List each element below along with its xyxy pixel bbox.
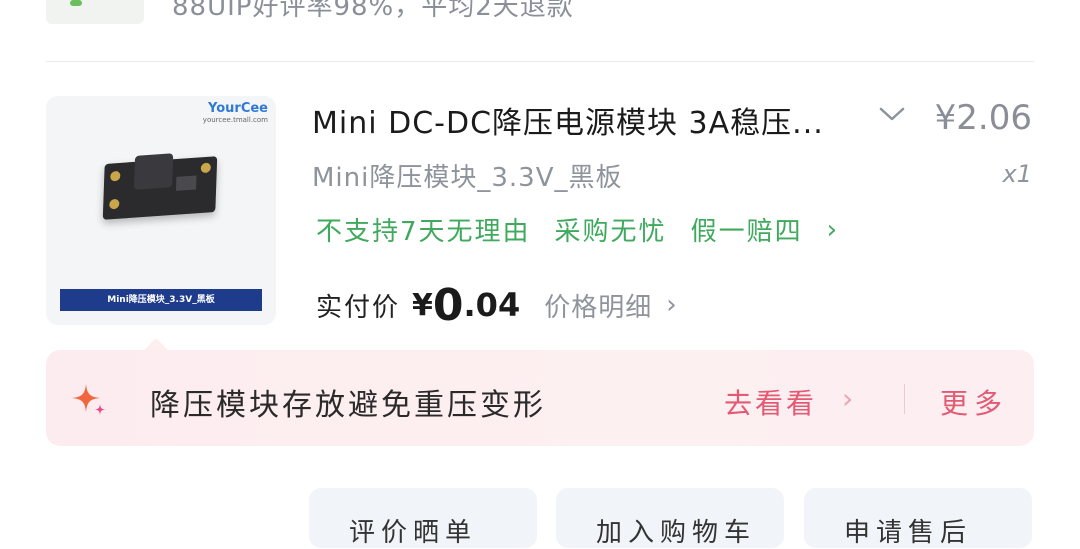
policy-no-return: 不支持7天无理由: [316, 217, 531, 247]
review-button-label: 评价晒单: [349, 518, 478, 548]
policy-worry-free: 采购无忧: [554, 217, 667, 247]
chevron-right-icon[interactable]: ›: [842, 382, 853, 415]
policy-fake-compensation: 假一赔四: [690, 217, 803, 247]
separator: [904, 384, 905, 414]
product-variant: Mini降压模块_3.3V_黑板: [312, 163, 623, 193]
chevron-down-icon[interactable]: [878, 104, 906, 124]
sparkle-icon: [72, 384, 105, 415]
brand-logo: YourCee yourcee.tmall.com: [203, 102, 268, 124]
paid-price-row: 实付价 ¥ 0 .04 价格明细 ›: [316, 279, 677, 331]
divider: [46, 61, 1034, 62]
chevron-right-icon: ›: [826, 214, 839, 245]
paid-price-integer: 0: [432, 279, 464, 331]
service-policies[interactable]: 不支持7天无理由 采购无忧 假一赔四 ›: [316, 211, 839, 248]
leaf-icon: [70, 0, 82, 6]
paid-price-label: 实付价: [316, 292, 401, 323]
product-title[interactable]: Mini DC-DC降压电源模块 3A稳压...: [312, 98, 824, 142]
previous-item-info: 88UIP好评率98%，平均2天退款: [172, 0, 574, 22]
chevron-right-icon[interactable]: ›: [666, 290, 676, 320]
image-caption: Mini降压模块_3.3V_黑板: [60, 289, 262, 311]
brand-name: YourCee: [208, 101, 268, 116]
module-photo: [102, 153, 218, 220]
after-sales-button[interactable]: 申请售后: [804, 488, 1032, 548]
price-detail-link[interactable]: 价格明细: [544, 287, 652, 324]
product-quantity: x1: [1002, 160, 1032, 188]
add-to-cart-label: 加入购物车: [596, 518, 757, 548]
tip-text: 降压模块存放避免重压变形: [150, 388, 546, 423]
review-button[interactable]: 评价晒单: [309, 488, 537, 548]
paid-price-decimal: .04: [463, 286, 521, 324]
brand-site: yourcee.tmall.com: [202, 116, 268, 124]
more-button[interactable]: 更多: [940, 382, 1008, 422]
product-image[interactable]: YourCee yourcee.tmall.com Mini降压模块_3.3V_…: [46, 96, 276, 325]
paid-currency: ¥: [412, 287, 433, 323]
unit-price: ¥2.06: [934, 98, 1032, 138]
previous-item-thumbnail[interactable]: [46, 0, 144, 24]
go-see-button[interactable]: 去看看: [724, 382, 817, 422]
tip-banner[interactable]: 降压模块存放避免重压变形 去看看 › 更多: [46, 350, 1034, 446]
after-sales-label: 申请售后: [844, 518, 973, 548]
add-to-cart-button[interactable]: 加入购物车: [556, 488, 784, 548]
